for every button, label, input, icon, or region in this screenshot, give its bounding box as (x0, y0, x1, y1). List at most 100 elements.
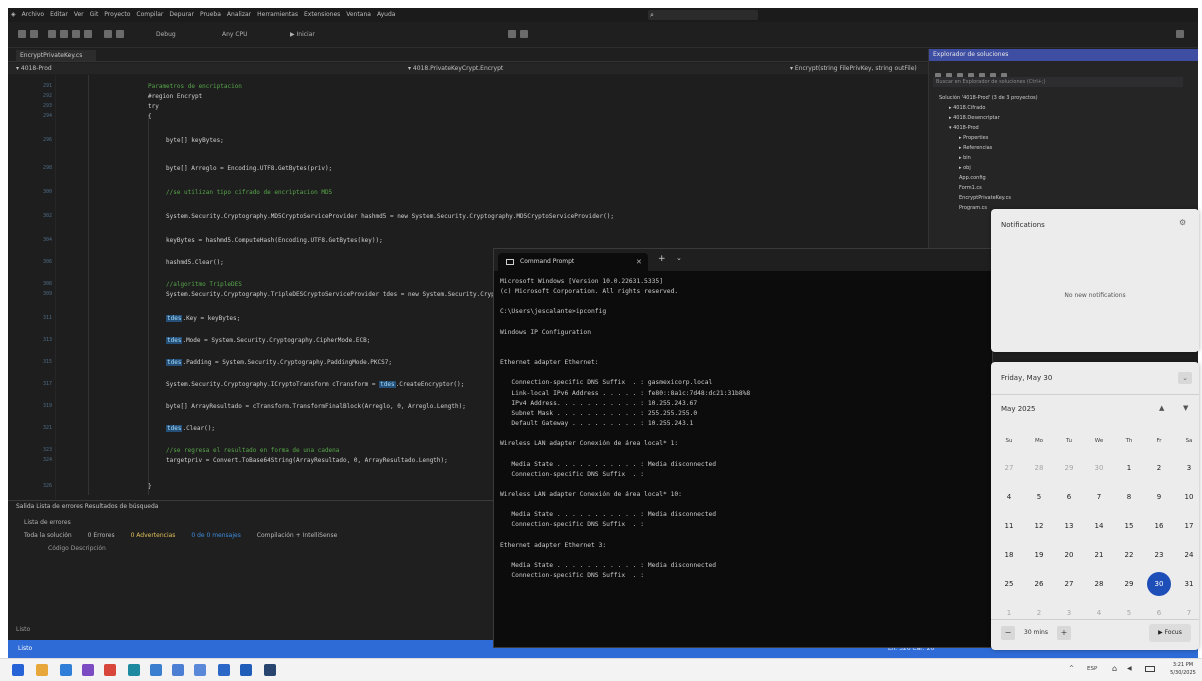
calendar-day[interactable]: 29 (1117, 572, 1141, 596)
calendar-day[interactable]: 2 (1147, 456, 1171, 480)
calendar-day-today[interactable]: 30 (1147, 572, 1171, 596)
app2-icon[interactable] (194, 664, 206, 676)
language-indicator[interactable]: ESP (1087, 666, 1097, 672)
new-file-icon[interactable] (48, 30, 56, 38)
calendar-day[interactable]: 29 (1057, 456, 1081, 480)
focus-increase-button[interactable]: + (1057, 626, 1071, 640)
solution-tree-item[interactable]: EncryptPrivateKey.cs (959, 195, 1011, 201)
calendar-day[interactable]: 2 (1027, 601, 1051, 625)
calendar-day[interactable]: 10 (1177, 485, 1201, 509)
member-dropdown[interactable]: ▾ Encrypt(string FilePrivKey, string out… (790, 63, 917, 74)
menu-item[interactable]: Ventana (343, 8, 374, 22)
calendar-day[interactable]: 23 (1147, 543, 1171, 567)
menu-item[interactable]: Editar (47, 8, 71, 22)
solution-tree-item[interactable]: ▸ 4018.Cifrado (949, 105, 985, 111)
calendar-day[interactable]: 26 (1027, 572, 1051, 596)
calendar-day[interactable]: 1 (997, 601, 1021, 625)
clock[interactable]: 3:21 PM 5/30/2025 (1166, 661, 1200, 677)
calendar-day[interactable]: 30 (1087, 456, 1111, 480)
menu-item[interactable]: Depurar (166, 8, 197, 22)
calendar-day[interactable]: 4 (1087, 601, 1111, 625)
calendar-day[interactable]: 8 (1117, 485, 1141, 509)
platform-dropdown[interactable]: Any CPU (222, 30, 248, 39)
project-dropdown[interactable]: ▾ 4018-Prod (16, 63, 52, 74)
vs-code-icon[interactable] (60, 664, 72, 676)
new-tab-icon[interactable]: + (658, 254, 666, 264)
redo-icon[interactable] (116, 30, 124, 38)
save-icon[interactable] (72, 30, 80, 38)
calendar-day[interactable]: 20 (1057, 543, 1081, 567)
toolbar-icon[interactable] (508, 30, 516, 38)
battery-icon[interactable] (1145, 666, 1155, 672)
menu-item[interactable]: Archivo (19, 8, 47, 22)
calendar-day[interactable]: 19 (1027, 543, 1051, 567)
solution-tree-item[interactable]: Form1.cs (959, 185, 982, 191)
terminal-output[interactable]: Microsoft Windows [Version 10.0.22631.53… (500, 277, 988, 581)
calendar-day[interactable]: 4 (997, 485, 1021, 509)
chevron-down-icon[interactable]: ⌄ (676, 254, 682, 262)
menu-item[interactable]: Ayuda (374, 8, 399, 22)
calendar-day[interactable]: 25 (997, 572, 1021, 596)
settings-icon[interactable]: ⚙ (1179, 218, 1186, 227)
calendar-day[interactable]: 28 (1027, 456, 1051, 480)
warnings-filter[interactable]: 0 Advertencias (131, 532, 176, 539)
calendar-day[interactable]: 18 (997, 543, 1021, 567)
calendar-day[interactable]: 15 (1117, 514, 1141, 538)
mail-icon[interactable] (264, 664, 276, 676)
open-icon[interactable] (60, 30, 68, 38)
focus-button[interactable]: ▶ Focus (1149, 624, 1191, 642)
menu-item[interactable]: Analizar (224, 8, 254, 22)
solution-tree-item[interactable]: ▸ bin (959, 155, 971, 161)
menu-item[interactable]: Extensiones (301, 8, 343, 22)
tab-encrypt-file[interactable]: EncryptPrivateKey.cs (16, 50, 96, 61)
search-box[interactable]: ⌕ (648, 10, 758, 20)
calendar-day[interactable]: 21 (1087, 543, 1111, 567)
scope-dropdown[interactable]: Toda la solución (24, 532, 72, 539)
solution-tree-item[interactable]: App.config (959, 175, 986, 181)
solution-tree-item[interactable]: ▸ 4018.Desencriptar (949, 115, 1000, 121)
visual-studio-icon[interactable] (82, 664, 94, 676)
calendar-day[interactable]: 11 (997, 514, 1021, 538)
type-dropdown[interactable]: ▾ 4018.PrivateKeyCrypt.Encrypt (408, 63, 503, 74)
calendar-day[interactable]: 22 (1117, 543, 1141, 567)
app-icon[interactable] (172, 664, 184, 676)
calendar-day[interactable]: 7 (1177, 601, 1201, 625)
focus-decrease-button[interactable]: − (1001, 626, 1015, 640)
search-app-icon[interactable] (36, 664, 48, 676)
calendar-day[interactable]: 16 (1147, 514, 1171, 538)
build-dropdown[interactable]: Compilación + IntelliSense (257, 532, 338, 539)
save-all-icon[interactable] (84, 30, 92, 38)
calendar-day[interactable]: 9 (1147, 485, 1171, 509)
menu-item[interactable]: Compilar (133, 8, 166, 22)
start-button[interactable]: ▶ Iniciar (290, 30, 315, 39)
calendar-day[interactable]: 3 (1177, 456, 1201, 480)
errors-filter[interactable]: 0 Errores (88, 532, 115, 539)
calendar-day[interactable]: 31 (1177, 572, 1201, 596)
calendar-day[interactable]: 6 (1147, 601, 1171, 625)
calendar-day[interactable]: 27 (1057, 572, 1081, 596)
solution-tree-item[interactable]: Solución '4018-Prod' (3 de 3 proyectos) (939, 95, 1038, 101)
solution-tree-item[interactable]: ▸ obj (959, 165, 971, 171)
menu-item[interactable]: Git (87, 8, 102, 22)
chevron-down-icon[interactable]: ⌄ (1178, 372, 1192, 384)
app3-icon[interactable] (218, 664, 230, 676)
calendar-day[interactable]: 24 (1177, 543, 1201, 567)
solution-tree-item[interactable]: ▸ Referencias (959, 145, 992, 151)
onedrive-icon[interactable] (150, 664, 162, 676)
menu-item[interactable]: Prueba (197, 8, 224, 22)
solution-search-input[interactable]: Buscar en Explorador de soluciones (Ctrl… (933, 77, 1183, 87)
volume-icon[interactable]: ◀ (1127, 665, 1132, 672)
edge-icon[interactable] (128, 664, 140, 676)
terminal-tab[interactable]: Command Prompt ✕ (498, 253, 648, 271)
calendar-month-label[interactable]: May 2025 (1001, 405, 1036, 413)
calendar-day[interactable]: 5 (1027, 485, 1051, 509)
solution-tree-item[interactable]: Program.cs (959, 205, 987, 211)
start-icon[interactable] (12, 664, 24, 676)
previous-month-icon[interactable]: ▲ (1159, 404, 1164, 412)
calendar-day[interactable]: 17 (1177, 514, 1201, 538)
calendar-day[interactable]: 14 (1087, 514, 1111, 538)
network-icon[interactable]: ⌂ (1112, 664, 1117, 673)
back-icon[interactable] (18, 30, 26, 38)
solution-tree-item[interactable]: ▸ Properties (959, 135, 988, 141)
error-list-columns[interactable]: Código Descripción (48, 545, 106, 552)
